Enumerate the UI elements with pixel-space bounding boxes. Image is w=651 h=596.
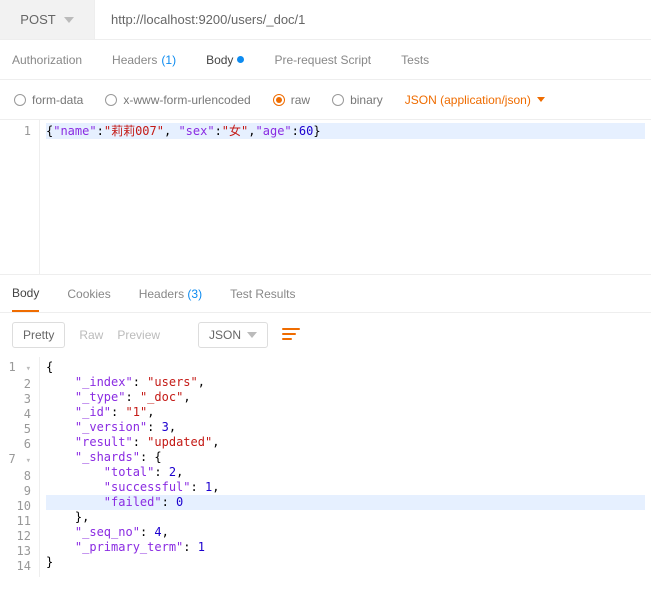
- format-raw[interactable]: Raw: [79, 328, 103, 342]
- request-url-input[interactable]: http://localhost:9200/users/_doc/1: [95, 0, 651, 39]
- req-name-value: "莉莉007": [104, 124, 164, 138]
- radio-icon: [332, 94, 344, 106]
- tab-tests[interactable]: Tests: [401, 53, 429, 67]
- tab-headers[interactable]: Headers (1): [112, 53, 176, 67]
- req-sex-value: "女": [222, 124, 248, 138]
- response-code[interactable]: { "_index": "users", "_type": "_doc", "_…: [40, 357, 651, 577]
- code-line: {"name":"莉莉007", "sex":"女","age":60}: [46, 123, 645, 139]
- chevron-down-icon: [64, 17, 74, 23]
- code-area[interactable]: {"name":"莉莉007", "sex":"女","age":60}: [40, 120, 651, 274]
- response-tab-bar: Body Cookies Headers (3) Test Results: [0, 275, 651, 313]
- radio-xwww[interactable]: x-www-form-urlencoded: [105, 93, 250, 107]
- line-gutter: 1: [0, 120, 40, 274]
- chevron-down-icon: [247, 332, 257, 338]
- radio-icon: [105, 94, 117, 106]
- radio-icon: [273, 94, 285, 106]
- tab-body[interactable]: Body: [206, 53, 244, 67]
- body-type-row: form-data x-www-form-urlencoded raw bina…: [0, 80, 651, 120]
- resp-tab-cookies[interactable]: Cookies: [67, 287, 110, 311]
- line-gutter: 1 ▾ 2 3 4 5 6 7 ▾ 8 9 10 11 12 13 14: [0, 357, 40, 577]
- request-body-editor[interactable]: 1 {"name":"莉莉007", "sex":"女","age":60}: [0, 120, 651, 275]
- resp-tab-body[interactable]: Body: [12, 286, 39, 312]
- resp-tab-headers[interactable]: Headers (3): [139, 287, 202, 311]
- http-method-selector[interactable]: POST: [0, 0, 95, 39]
- radio-binary[interactable]: binary: [332, 93, 383, 107]
- body-modified-indicator: [237, 56, 244, 63]
- tab-prerequest[interactable]: Pre-request Script: [274, 53, 371, 67]
- response-format-row: Pretty Raw Preview JSON: [0, 313, 651, 357]
- request-url-text: http://localhost:9200/users/_doc/1: [111, 12, 305, 27]
- radio-raw[interactable]: raw: [273, 93, 310, 107]
- request-tab-bar: Authorization Headers (1) Body Pre-reque…: [0, 40, 651, 80]
- radio-form-data[interactable]: form-data: [14, 93, 83, 107]
- wrap-lines-icon[interactable]: [282, 328, 300, 342]
- format-pretty[interactable]: Pretty: [12, 322, 65, 348]
- http-method-label: POST: [20, 12, 55, 27]
- radio-icon: [14, 94, 26, 106]
- resp-tab-tests[interactable]: Test Results: [230, 287, 295, 311]
- req-age-value: 60: [299, 124, 313, 138]
- content-type-selector[interactable]: JSON (application/json): [405, 93, 545, 107]
- response-type-selector[interactable]: JSON: [198, 322, 268, 348]
- tab-authorization[interactable]: Authorization: [12, 53, 82, 67]
- chevron-down-icon: [537, 97, 545, 102]
- response-body-editor: 1 ▾ 2 3 4 5 6 7 ▾ 8 9 10 11 12 13 14 { "…: [0, 357, 651, 577]
- format-preview[interactable]: Preview: [117, 328, 160, 342]
